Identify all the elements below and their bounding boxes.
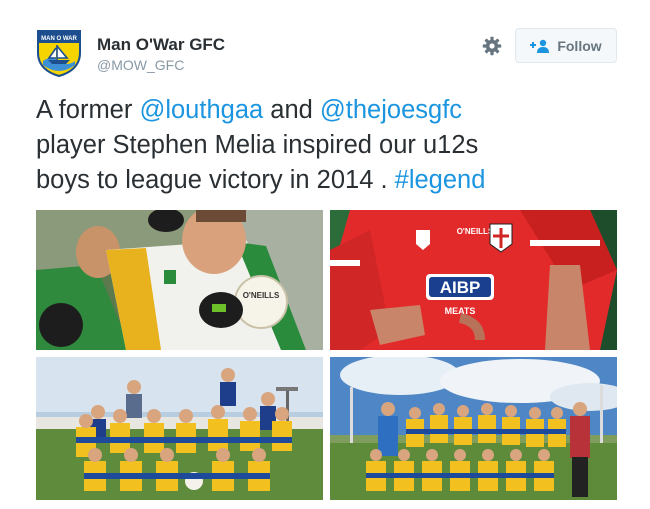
jersey-brand: O'NEILLS: [457, 227, 494, 236]
ball-text: O'NEILLS: [243, 291, 280, 300]
photo-player-action: O'NEILLS: [36, 210, 323, 350]
tweet-line-1: A former @louthgaa and @thejoesgfc: [36, 93, 621, 128]
tweet-text: A former @louthgaa and @thejoesgfc playe…: [36, 93, 621, 198]
club-crest-icon: MAN O WAR: [37, 30, 81, 78]
sponsor-sub: MEATS: [445, 306, 476, 316]
tweet-line-3: boys to league victory in 2014 . #legend: [36, 163, 621, 198]
tweet-photo[interactable]: O'NEILLS: [36, 210, 323, 350]
photo-team-coaches: [330, 357, 617, 500]
text-segment: A former: [36, 96, 140, 124]
sponsor-text: AIBP: [440, 278, 481, 297]
account-handle[interactable]: @MOW_GFC: [97, 57, 184, 73]
crest-text: MAN O WAR: [41, 36, 77, 42]
hashtag-link[interactable]: #legend: [395, 166, 486, 194]
photo-team-group: [36, 357, 323, 500]
mention-link[interactable]: @louthgaa: [139, 96, 263, 124]
display-name[interactable]: Man O'War GFC: [97, 35, 225, 55]
mention-link[interactable]: @thejoesgfc: [320, 96, 462, 124]
settings-button[interactable]: [482, 36, 502, 56]
photo-red-jersey: O'NEILLS AIBP MEATS: [330, 210, 617, 350]
tweet-line-2: player Stephen Melia inspired our u12s: [36, 131, 479, 159]
avatar[interactable]: MAN O WAR: [35, 27, 83, 78]
tweet-card: MAN O WAR Man O'War GFC @MOW_GFC Follow …: [0, 0, 650, 509]
gear-icon: [482, 36, 502, 56]
add-user-icon: [530, 39, 550, 53]
tweet-photo[interactable]: [330, 357, 617, 500]
text-segment: and: [263, 96, 320, 124]
follow-button[interactable]: Follow: [515, 28, 617, 63]
tweet-photo[interactable]: O'NEILLS AIBP MEATS: [330, 210, 617, 350]
text-segment: boys to league victory in 2014 .: [36, 166, 395, 194]
follow-label: Follow: [557, 37, 602, 54]
tweet-photo[interactable]: [36, 357, 323, 500]
